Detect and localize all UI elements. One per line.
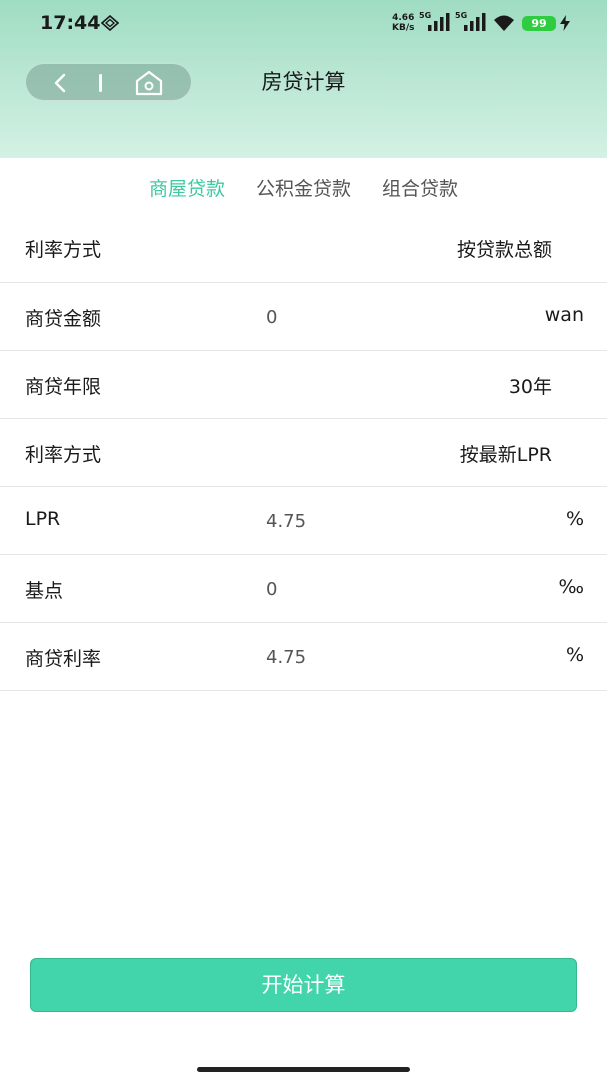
network-speed-value: 4.66	[392, 13, 415, 23]
tab-commercial-loan[interactable]: 商屋贷款	[149, 174, 225, 214]
tab-combined-loan[interactable]: 组合贷款	[382, 174, 458, 214]
loan-rate-unit: %	[565, 644, 584, 666]
data-sync-icon	[101, 15, 119, 31]
basis-points-row: 基点 ‰	[0, 555, 607, 623]
loan-amount-label: 商贷金额	[25, 308, 102, 330]
calculate-button[interactable]: 开始计算	[30, 958, 577, 1012]
lpr-row: LPR %	[0, 487, 607, 555]
basis-points-unit: ‰	[558, 576, 585, 598]
loan-rate-label: 商贷利率	[25, 648, 102, 670]
tab-provident-fund-loan[interactable]: 公积金贷款	[256, 174, 351, 214]
lpr-unit: %	[565, 508, 584, 530]
form-rows: 利率方式 按贷款总额 商贷金额 wan 商贷年限 30年 利率方式 按最新LPR…	[0, 214, 607, 691]
loan-rate-input[interactable]	[266, 643, 466, 671]
loan-rate-row: 商贷利率 %	[0, 623, 607, 691]
lpr-mode-select[interactable]: 按最新LPR	[460, 440, 552, 467]
status-time: 17:44	[40, 12, 101, 34]
loan-term-row[interactable]: 商贷年限 30年	[0, 351, 607, 419]
network-speed-unit: KB/s	[392, 23, 415, 33]
loan-term-label: 商贷年限	[25, 376, 102, 398]
home-indicator[interactable]	[197, 1067, 410, 1072]
signal-strength-icon	[464, 13, 486, 31]
loan-amount-row: 商贷金额 wan	[0, 283, 607, 351]
lpr-input[interactable]	[266, 507, 466, 535]
battery-indicator: 99	[522, 16, 556, 31]
rate-mode-label: 利率方式	[25, 239, 102, 261]
rate-mode-row[interactable]: 利率方式 按贷款总额	[0, 214, 607, 283]
loan-amount-unit: wan	[544, 304, 584, 326]
network-speed: 4.66 KB/s	[392, 13, 414, 33]
lpr-mode-row[interactable]: 利率方式 按最新LPR	[0, 419, 607, 487]
loan-amount-input[interactable]	[266, 303, 466, 331]
page-title: 房贷计算	[261, 70, 346, 94]
loan-type-tabs: 商屋贷款 公积金贷款 组合贷款	[0, 158, 607, 214]
loan-term-select[interactable]: 30年	[509, 372, 552, 399]
header-background: 17:44 4.66 KB/s 5G 5G 99 房贷计算	[0, 0, 607, 158]
signal-strength-icon	[428, 13, 450, 31]
rate-mode-select[interactable]: 按贷款总额	[457, 235, 552, 262]
basis-points-input[interactable]	[266, 575, 466, 603]
lpr-mode-label: 利率方式	[25, 444, 102, 466]
lpr-label: LPR	[25, 508, 61, 530]
charging-bolt-icon	[560, 15, 570, 31]
status-bar: 17:44 4.66 KB/s 5G 5G 99	[0, 0, 607, 46]
basis-points-label: 基点	[25, 580, 64, 602]
wifi-icon	[494, 15, 514, 31]
